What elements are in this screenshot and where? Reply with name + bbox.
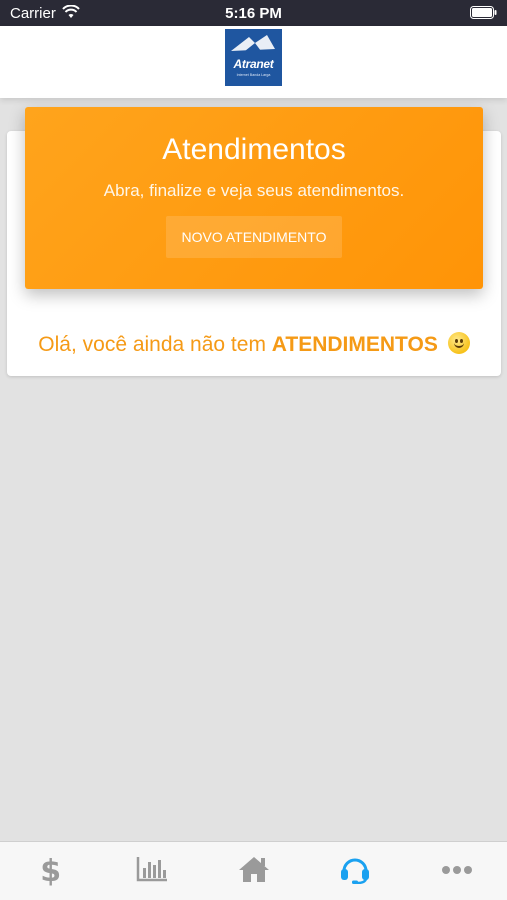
tab-financeiro[interactable]: $ [0,842,101,900]
atranet-logo: Atranet Internet Banda Larga [225,29,282,86]
empty-state-emphasis: ATENDIMENTOS [271,333,438,356]
headset-icon [339,854,371,889]
smiley-icon [447,332,470,354]
bar-chart-icon [136,856,168,887]
tab-home[interactable] [203,842,304,900]
battery-icon [470,6,497,23]
clock: 5:16 PM [225,5,282,22]
more-icon [441,862,473,880]
tab-atendimentos[interactable] [304,842,405,900]
empty-state-text: Olá, você ainda não tem [38,333,272,356]
page-subtitle: Abra, finalize e veja seus atendimentos. [103,181,405,200]
page-title: Atendimentos [162,133,346,166]
empty-state-message: Olá, você ainda não tem ATENDIMENTOS [7,332,501,357]
home-icon [237,855,271,888]
atendimentos-banner: Atendimentos Abra, finalize e veja seus … [25,107,483,289]
new-ticket-button[interactable]: NOVO ATENDIMENTO [166,216,342,258]
tab-bar: $ [0,841,507,900]
status-bar: Carrier 5:16 PM [0,0,507,26]
logo-subtext: Internet Banda Larga [236,73,271,77]
app-header: Atranet Internet Banda Larga [0,26,507,98]
tab-more[interactable] [406,842,507,900]
dollar-icon: $ [40,853,62,889]
logo-text: Atranet [233,57,274,71]
tab-consumo[interactable] [101,842,202,900]
